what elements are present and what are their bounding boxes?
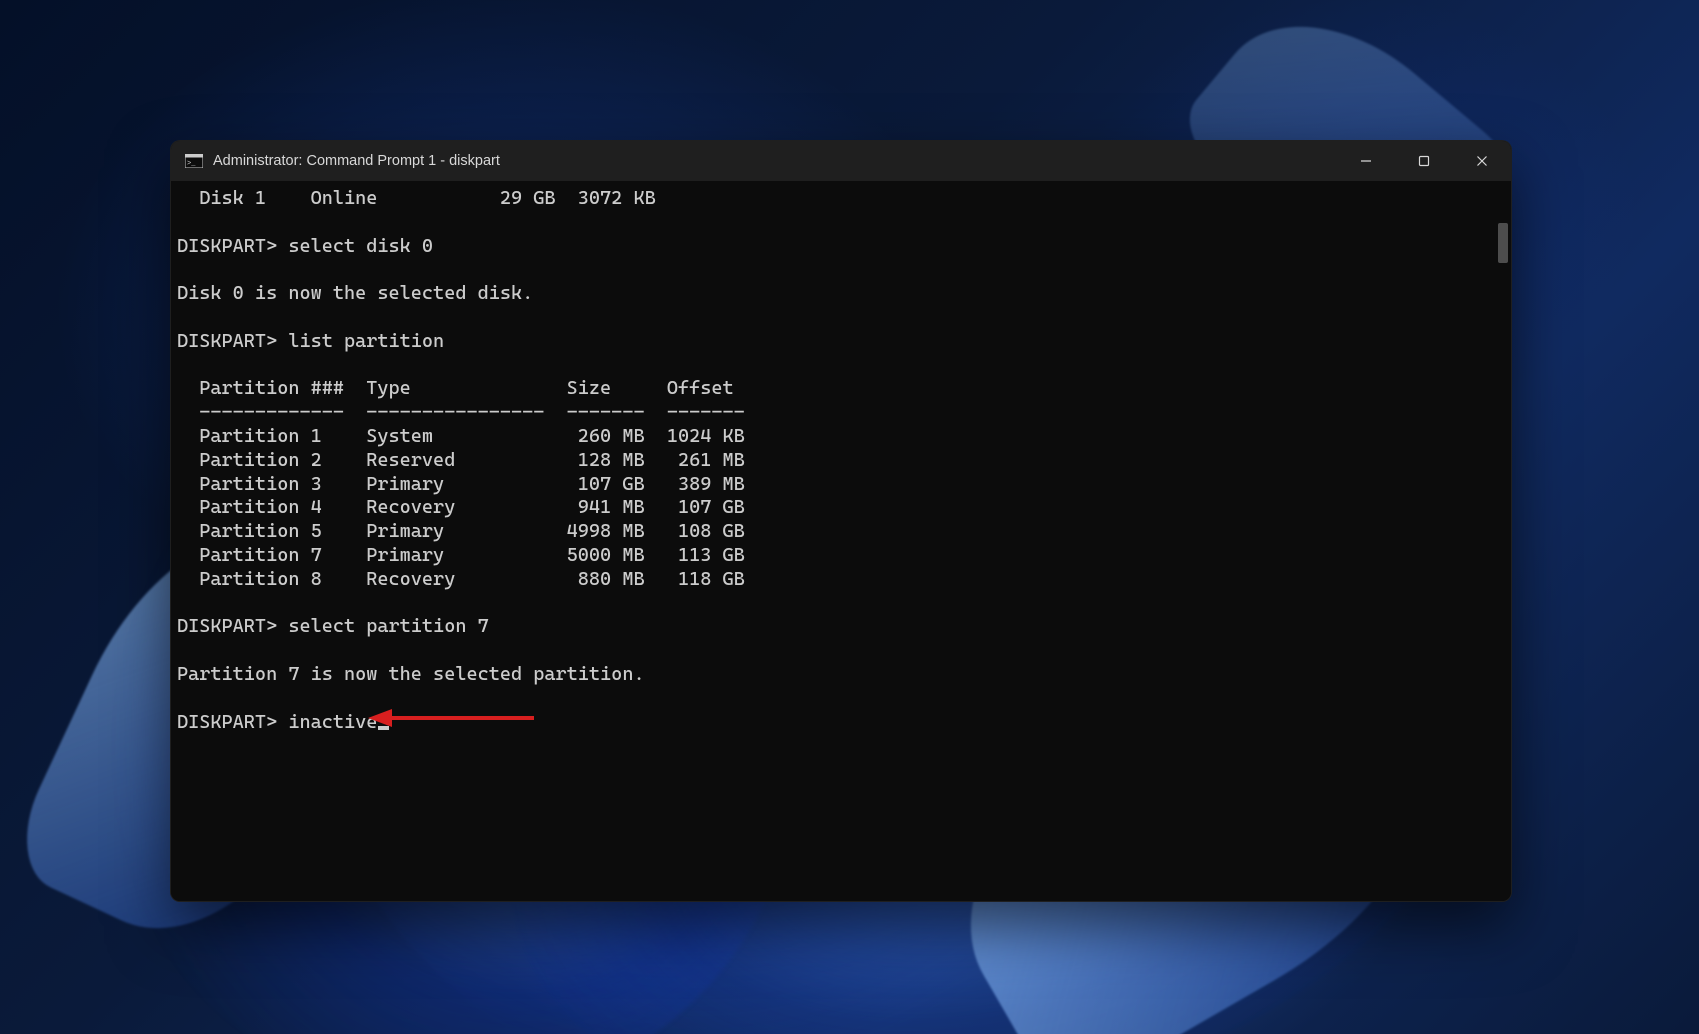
terminal-body[interactable]: Disk 1 Online 29 GB 3072 KB DISKPART> se… <box>171 181 1511 902</box>
window-title: Administrator: Command Prompt 1 - diskpa… <box>213 153 500 169</box>
command-prompt-window: >_ Administrator: Command Prompt 1 - dis… <box>170 140 1512 902</box>
terminal-output: Disk 1 Online 29 GB 3072 KB DISKPART> se… <box>171 187 1511 734</box>
partition-row: Partition 1 System 260 MB 1024 KB <box>177 425 745 447</box>
titlebar[interactable]: >_ Administrator: Command Prompt 1 - dis… <box>171 141 1511 181</box>
cmd-icon: >_ <box>185 154 203 168</box>
partition-row: Partition 7 Primary 5000 MB 113 GB <box>177 544 745 566</box>
close-button[interactable] <box>1453 141 1511 181</box>
svg-text:>_: >_ <box>187 160 196 168</box>
desktop-wallpaper: >_ Administrator: Command Prompt 1 - dis… <box>0 0 1699 1034</box>
output-line: DISKPART> select disk 0 <box>177 235 433 257</box>
partition-row: Partition 2 Reserved 128 MB 261 MB <box>177 449 745 471</box>
scrollbar-thumb[interactable] <box>1498 223 1508 263</box>
output-line: Partition 7 is now the selected partitio… <box>177 663 645 685</box>
output-line: DISKPART> select partition 7 <box>177 615 489 637</box>
partition-row: Partition 8 Recovery 880 MB 118 GB <box>177 568 745 590</box>
minimize-button[interactable] <box>1337 141 1395 181</box>
prompt-line: DISKPART> inactive <box>177 711 389 733</box>
text-cursor <box>378 726 389 730</box>
partition-row: Partition 4 Recovery 941 MB 107 GB <box>177 496 745 518</box>
output-line: DISKPART> list partition <box>177 330 444 352</box>
output-line: Disk 0 is now the selected disk. <box>177 282 533 304</box>
partition-row: Partition 5 Primary 4998 MB 108 GB <box>177 520 745 542</box>
maximize-button[interactable] <box>1395 141 1453 181</box>
partition-row: Partition 3 Primary 107 GB 389 MB <box>177 473 745 495</box>
output-line: ------------- ---------------- ------- -… <box>177 401 745 423</box>
output-line: Partition ### Type Size Offset <box>177 377 734 399</box>
output-line: Disk 1 Online 29 GB 3072 KB <box>177 187 656 209</box>
